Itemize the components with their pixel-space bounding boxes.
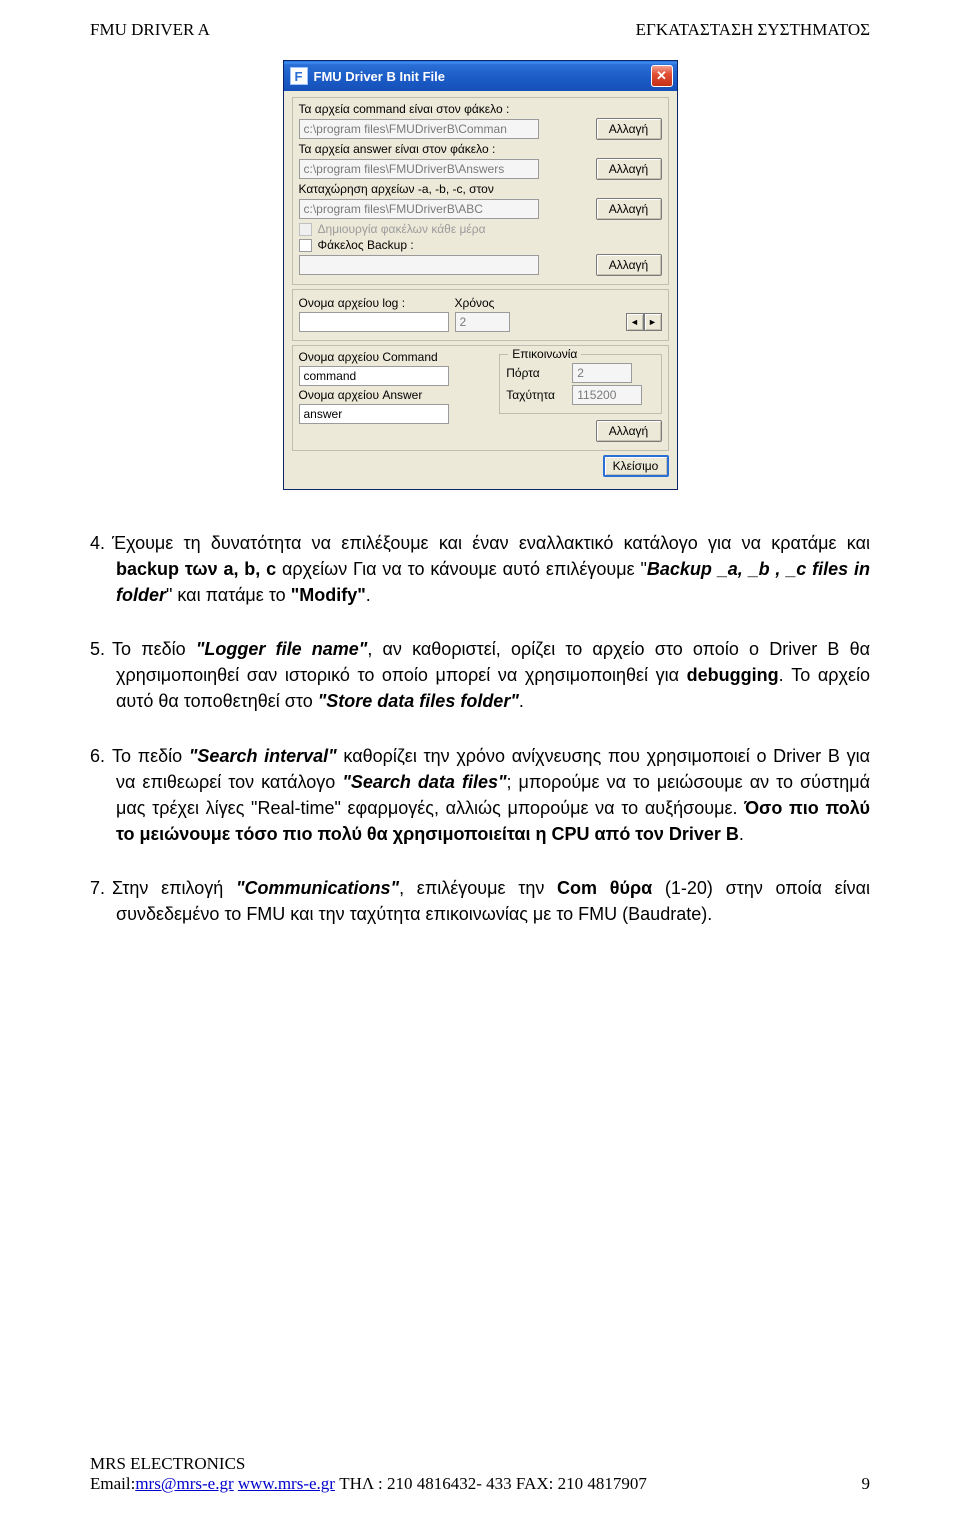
cmd-file-label: Ονομα αρχείου Command [299,350,494,364]
doc-header-left: FMU DRIVER A [90,20,210,40]
change-comm-button[interactable]: Αλλαγή [596,420,662,442]
text: " και πατάμε το [166,585,291,605]
answer-folder-label: Τα αρχεία answer είναι στον φάκελο : [299,142,662,156]
text: αρχείων Για να το κάνουμε αυτό επιλέγουμ… [276,559,647,579]
text-italic-bold: "Store data files folder" [318,691,519,711]
abc-folder-label: Καταχώρηση αρχείων -a, -b, -c, στον [299,182,662,196]
communications-fieldset: Επικοινωνία Πόρτα 2 Ταχύτητα 115200 [499,354,661,414]
text-bold: debugging [687,665,779,685]
text-bold: "Modify" [291,585,366,605]
time-input[interactable]: 2 [455,312,510,332]
change-backup-button[interactable]: Αλλαγή [596,254,662,276]
change-answer-button[interactable]: Αλλαγή [596,158,662,180]
titlebar: F FMU Driver B Init File ✕ [284,61,677,91]
text: Το πεδίο [112,746,189,766]
ans-file-label: Ονομα αρχείου Answer [299,388,494,402]
time-increment-button[interactable]: ► [644,313,662,331]
footer-email-link[interactable]: mrs@mrs-e.gr [135,1474,233,1493]
text-italic-bold: "Search data files" [342,772,506,792]
window-title: FMU Driver B Init File [314,69,651,84]
files-comm-group: Ονομα αρχείου Command command Ονομα αρχε… [292,345,669,451]
text-italic-bold: "Communications" [236,878,399,898]
backup-folder-checkbox[interactable] [299,239,312,252]
port-label: Πόρτα [506,366,566,380]
page-number: 9 [862,1474,871,1494]
item-number: 4. [90,530,112,556]
change-abc-button[interactable]: Αλλαγή [596,198,662,220]
text-italic-bold: "Logger file name" [196,639,367,659]
log-file-input[interactable] [299,312,449,332]
item-number: 7. [90,875,112,901]
text: Έχουμε τη δυνατότητα να επιλέξουμε και έ… [112,533,870,553]
answer-folder-input[interactable]: c:\program files\FMUDriverB\Answers [299,159,539,179]
command-folder-group: Τα αρχεία command είναι στον φάκελο : c:… [292,97,669,285]
text-italic-bold: "Search interval" [189,746,337,766]
close-button[interactable]: Κλείσιμο [603,455,669,477]
document-body: 4.Έχουμε τη δυνατότητα να επιλέξουμε και… [0,510,960,927]
list-item: 6.Το πεδίο "Search interval" καθορίζει τ… [90,743,870,847]
port-input[interactable]: 2 [572,363,632,383]
item-number: 6. [90,743,112,769]
abc-folder-input[interactable]: c:\program files\FMUDriverB\ABC [299,199,539,219]
daily-folders-label: Δημιουργία φακέλων κάθε μέρα [318,222,486,236]
text-bold: backup των a, b, c [116,559,276,579]
text: Στην επιλογή [112,878,236,898]
log-time-group: Ονομα αρχείου log : Χρόνος 2 ◄ ► [292,289,669,341]
text: . [519,691,524,711]
text: . [739,824,744,844]
communications-legend: Επικοινωνία [508,347,581,361]
init-file-dialog: F FMU Driver B Init File ✕ Τα αρχεία com… [283,60,678,490]
footer-email-label: Email: [90,1474,135,1493]
list-item: 4.Έχουμε τη δυνατότητα να επιλέξουμε και… [90,530,870,608]
speed-label: Ταχύτητα [506,388,566,402]
app-icon: F [290,67,308,85]
time-label: Χρόνος [455,296,535,310]
dialog-body: Τα αρχεία command είναι στον φάκελο : c:… [284,91,677,489]
ans-file-input[interactable]: answer [299,404,449,424]
log-file-label: Ονομα αρχείου log : [299,296,449,310]
item-number: 5. [90,636,112,662]
change-command-button[interactable]: Αλλαγή [596,118,662,140]
time-decrement-button[interactable]: ◄ [626,313,644,331]
footer-company: MRS ELECTRONICS [90,1454,647,1474]
daily-folders-checkbox[interactable] [299,223,312,236]
text: , επιλέγουμε την [399,878,557,898]
backup-folder-input[interactable] [299,255,539,275]
footer-tail: ΤΗΛ : 210 4816432- 433 FAX: 210 4817907 [335,1474,647,1493]
command-folder-input[interactable]: c:\program files\FMUDriverB\Comman [299,119,539,139]
doc-header-right: ΕΓΚΑΤΑΣΤΑΣΗ ΣΥΣΤΗΜΑΤΟΣ [636,20,870,40]
page-footer: MRS ELECTRONICS Email:mrs@mrs-e.gr www.m… [90,1454,870,1494]
list-item: 7.Στην επιλογή "Communications", επιλέγο… [90,875,870,927]
footer-url-link[interactable]: www.mrs-e.gr [238,1474,335,1493]
text-bold: Com θύρα [557,878,652,898]
text: . [366,585,371,605]
text: Το πεδίο [112,639,196,659]
speed-input[interactable]: 115200 [572,385,642,405]
backup-folder-label: Φάκελος Backup : [318,238,414,252]
list-item: 5.Το πεδίο "Logger file name", αν καθορι… [90,636,870,714]
close-icon[interactable]: ✕ [651,65,673,87]
dialog-wrapper: F FMU Driver B Init File ✕ Τα αρχεία com… [0,50,960,510]
cmd-file-input[interactable]: command [299,366,449,386]
footer-left: MRS ELECTRONICS Email:mrs@mrs-e.gr www.m… [90,1454,647,1494]
command-folder-label: Τα αρχεία command είναι στον φάκελο : [299,102,662,116]
